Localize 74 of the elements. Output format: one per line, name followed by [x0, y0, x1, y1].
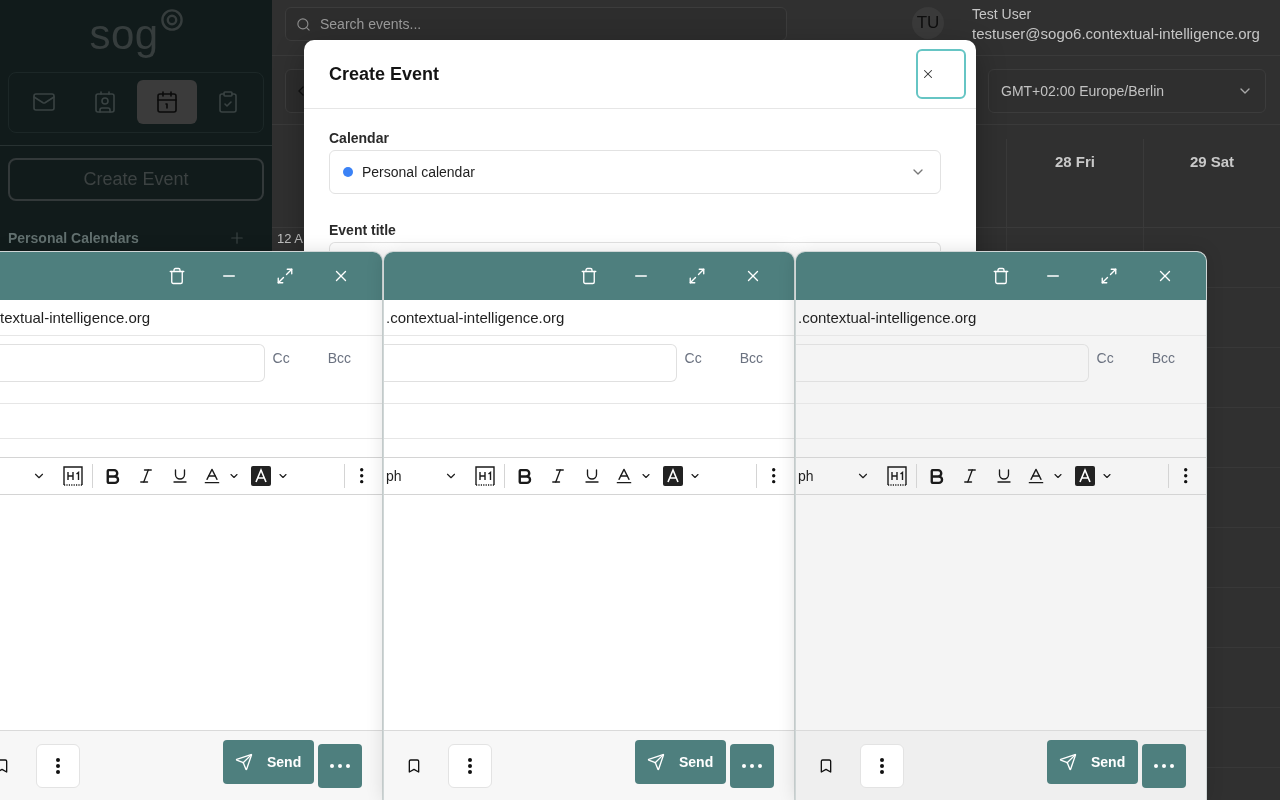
cc-button[interactable]: Cc [684, 344, 702, 372]
timezone-select[interactable]: GMT+02:00 Europe/Berlin [988, 69, 1266, 113]
more-vertical-icon [468, 757, 472, 774]
cc-button[interactable]: Cc [1096, 344, 1114, 372]
italic-icon[interactable] [137, 467, 155, 485]
to-field[interactable] [796, 344, 1089, 382]
sender-address: textual-intelligence.org [0, 309, 151, 326]
send-icon [235, 752, 253, 771]
heading-icon[interactable] [475, 466, 495, 486]
bookmark-icon[interactable] [406, 757, 422, 774]
send-button[interactable]: Send [1047, 739, 1138, 784]
user-name: Test User [972, 5, 1033, 24]
field-label: Calendar [329, 129, 390, 147]
send-icon [1059, 752, 1077, 771]
more-vertical-icon[interactable] [772, 468, 776, 484]
underline-icon[interactable] [583, 467, 601, 485]
contact-card-icon [93, 90, 118, 114]
sender-address: .contextual-intelligence.org [798, 309, 977, 326]
bcc-button[interactable]: Bcc [739, 344, 763, 372]
to-field[interactable] [0, 344, 265, 382]
search-icon [296, 17, 311, 32]
underline-icon[interactable] [995, 467, 1013, 485]
more-button[interactable] [730, 743, 774, 788]
time-label: 12 A [277, 230, 304, 248]
expand-icon[interactable] [1100, 267, 1118, 285]
day-header: 28 Fri [1055, 153, 1095, 171]
trash-icon[interactable] [580, 267, 598, 285]
trash-icon[interactable] [168, 267, 186, 285]
calendar-select[interactable]: Personal calendar [329, 150, 941, 194]
send-button[interactable]: Send [223, 739, 314, 784]
logo-ring-icon [160, 9, 183, 31]
expand-icon[interactable] [276, 267, 294, 285]
expand-icon[interactable] [688, 267, 706, 285]
day-header: 29 Sat [1189, 153, 1235, 171]
text-color-icon [1026, 466, 1046, 486]
sender-address: .contextual-intelligence.org [386, 309, 565, 326]
bookmark-icon[interactable] [818, 757, 834, 774]
more-horizontal-icon [742, 763, 762, 768]
italic-icon[interactable] [961, 467, 979, 485]
more-vertical-icon [56, 757, 60, 774]
user-email: testuser@sogo6.contextual-intelligence.org [972, 24, 1260, 44]
highlight-color-icon [1075, 466, 1095, 486]
text-color-icon [202, 466, 222, 486]
mail-icon [31, 90, 56, 114]
text-color-icon [614, 466, 634, 486]
more-vertical-icon[interactable] [360, 468, 364, 484]
send-button[interactable]: Send [635, 739, 726, 784]
underline-icon[interactable] [171, 467, 189, 485]
more-vertical-icon[interactable] [1184, 468, 1188, 484]
italic-icon[interactable] [549, 467, 567, 485]
trash-icon[interactable] [992, 267, 1010, 285]
format-select[interactable]: ph [796, 458, 870, 494]
field-label: Event title [329, 221, 397, 239]
calendar-icon [154, 90, 179, 114]
more-vertical-icon [880, 757, 884, 774]
more-horizontal-icon [1154, 763, 1174, 768]
heading-icon[interactable] [63, 466, 83, 486]
input-field[interactable] [329, 242, 941, 251]
more-button[interactable] [1142, 743, 1186, 788]
cc-button[interactable]: Cc [272, 344, 290, 372]
bcc-button[interactable]: Bcc [1151, 344, 1175, 372]
close-icon [921, 67, 935, 81]
bcc-button[interactable]: Bcc [327, 344, 351, 372]
highlight-color-icon [663, 466, 683, 486]
more-button[interactable] [318, 743, 362, 788]
heading-icon[interactable] [887, 466, 907, 486]
send-icon [647, 752, 665, 771]
modal-title: Create Event [329, 63, 440, 85]
to-field[interactable] [384, 344, 677, 382]
section-title: Personal Calendars [8, 229, 139, 247]
search-field[interactable]: Search events... [285, 7, 787, 41]
format-select[interactable]: ph [384, 458, 458, 494]
highlight-color-icon [251, 466, 271, 486]
more-horizontal-icon [330, 763, 350, 768]
